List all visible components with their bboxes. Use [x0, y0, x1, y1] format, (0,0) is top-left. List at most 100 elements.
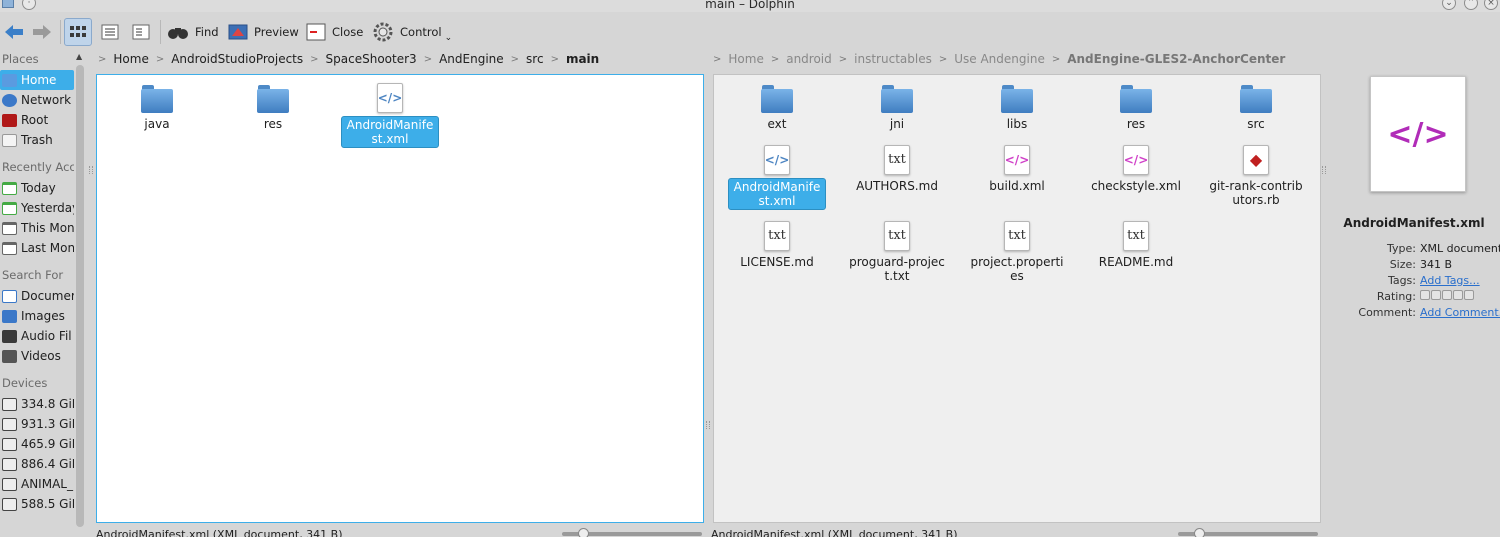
recent-today[interactable]: Today	[0, 178, 74, 198]
file-view-left[interactable]: java res </> AndroidManifest.xml	[96, 74, 704, 523]
file-view-right[interactable]: ext jni libs res src </> AndroidManifest.…	[713, 74, 1321, 523]
file-item[interactable]: jni	[847, 85, 947, 132]
file-item[interactable]: ◆ git-rank-contributors.rb	[1206, 145, 1306, 208]
search-audio[interactable]: Audio Fil	[0, 326, 74, 346]
control-menu-button[interactable]: Control ⌄	[372, 18, 455, 46]
device-item[interactable]: 886.4 GiE	[0, 454, 74, 474]
zoom-slider-right[interactable]	[1178, 528, 1318, 537]
place-label: 334.8 GiE	[21, 397, 74, 411]
places-scrollbar[interactable]: ▲	[75, 52, 85, 536]
place-home[interactable]: Home	[0, 70, 74, 90]
star-icon[interactable]	[1453, 290, 1463, 300]
compact-view-icon	[101, 24, 119, 40]
file-name: AndroidManifest.xml	[728, 178, 826, 210]
file-name: src	[1247, 117, 1265, 131]
crumb-folder[interactable]: instructables	[854, 52, 932, 66]
drive-icon	[2, 417, 17, 431]
place-label: 465.9 GiE	[21, 437, 74, 451]
place-trash[interactable]: Trash	[0, 130, 74, 150]
file-item[interactable]: src	[1206, 85, 1306, 132]
crumb-folder[interactable]: AndroidStudioProjects	[171, 52, 303, 66]
file-name: checkstyle.xml	[1091, 179, 1181, 193]
place-label: ANIMAL_	[21, 477, 73, 491]
file-item-java[interactable]: java	[107, 85, 207, 132]
file-item[interactable]: txt LICENSE.md	[727, 221, 827, 270]
add-tags-link[interactable]: Add Tags...	[1420, 274, 1480, 287]
forward-button[interactable]	[28, 18, 56, 46]
star-icon[interactable]	[1431, 290, 1441, 300]
details-view-button[interactable]	[127, 18, 155, 46]
scroll-up-icon[interactable]: ▲	[76, 52, 82, 61]
search-videos[interactable]: Videos	[0, 346, 74, 366]
file-item[interactable]: </> build.xml	[967, 145, 1067, 194]
recent-last-month[interactable]: Last Mon	[0, 238, 74, 258]
file-item[interactable]: </> AndroidManifest.xml	[727, 145, 827, 210]
device-item[interactable]: ANIMAL_	[0, 474, 74, 494]
icons-view-button[interactable]	[64, 18, 92, 46]
device-item[interactable]: 465.9 GiE	[0, 434, 74, 454]
info-row-tags: Tags: Add Tags...	[1328, 274, 1500, 290]
file-item[interactable]: ext	[727, 85, 827, 132]
search-documents[interactable]: Documer	[0, 286, 74, 306]
text-file-icon: txt	[884, 145, 910, 175]
slider-handle[interactable]	[578, 528, 589, 537]
crumb-home[interactable]: Home	[113, 52, 148, 66]
status-bar-left: AndroidManifest.xml (XML document, 341 B…	[96, 528, 343, 537]
file-item[interactable]: libs	[967, 85, 1067, 132]
crumb-folder[interactable]: SpaceShooter3	[326, 52, 417, 66]
close-split-button[interactable]: Close	[306, 18, 363, 46]
crumb-folder[interactable]: src	[526, 52, 544, 66]
search-images[interactable]: Images	[0, 306, 74, 326]
file-item[interactable]: txt proguard-project.txt	[847, 221, 947, 284]
back-button[interactable]	[0, 18, 28, 46]
splitter-handle[interactable]	[706, 421, 710, 429]
text-file-icon: txt	[1004, 221, 1030, 251]
device-item[interactable]: 588.5 GiE	[0, 494, 74, 514]
crumb-home[interactable]: Home	[728, 52, 763, 66]
place-label: This Mon	[21, 221, 74, 235]
file-item[interactable]: txt README.md	[1086, 221, 1186, 270]
file-item[interactable]: txt project.properties	[967, 221, 1067, 284]
file-name: java	[144, 117, 170, 131]
file-name: ext	[767, 117, 787, 131]
star-icon[interactable]	[1442, 290, 1452, 300]
crumb-folder[interactable]: Use Andengine	[954, 52, 1045, 66]
recent-yesterday[interactable]: Yesterday	[0, 198, 74, 218]
find-button[interactable]: Find	[167, 18, 219, 46]
slider-handle[interactable]	[1194, 528, 1205, 537]
file-item[interactable]: </> checkstyle.xml	[1086, 145, 1186, 194]
recent-this-month[interactable]: This Mon	[0, 218, 74, 238]
file-item-androidmanifest[interactable]: </> AndroidManifest.xml	[340, 83, 440, 148]
file-item[interactable]: txt AUTHORS.md	[847, 145, 947, 194]
toolbar-separator	[160, 20, 161, 44]
calendar-icon	[2, 241, 17, 255]
crumb-current[interactable]: main	[566, 52, 599, 66]
crumb-current[interactable]: AndEngine-GLES2-AnchorCenter	[1067, 52, 1285, 66]
star-icon[interactable]	[1420, 290, 1430, 300]
file-item-res[interactable]: res	[223, 85, 323, 132]
info-key: Rating:	[1376, 290, 1416, 303]
root-icon	[2, 113, 17, 127]
preview-button[interactable]: Preview	[228, 18, 299, 46]
preview-icon	[228, 24, 248, 40]
places-scroll-thumb[interactable]	[76, 65, 84, 527]
add-comment-link[interactable]: Add Comment...	[1420, 306, 1500, 319]
folder-icon	[141, 85, 173, 113]
star-icon[interactable]	[1464, 290, 1474, 300]
crumb-folder[interactable]: AndEngine	[439, 52, 504, 66]
file-name: jni	[889, 117, 905, 131]
file-name: AUTHORS.md	[856, 179, 938, 193]
zoom-slider-left[interactable]	[562, 528, 702, 537]
splitter-handle[interactable]	[89, 166, 93, 174]
place-network[interactable]: Network	[0, 90, 74, 110]
rating-stars[interactable]	[1420, 290, 1474, 300]
device-item[interactable]: 931.3 GiE	[0, 414, 74, 434]
device-item[interactable]: 334.8 GiE	[0, 394, 74, 414]
place-root[interactable]: Root	[0, 110, 74, 130]
chevron-right-icon: >	[510, 53, 520, 65]
file-item[interactable]: res	[1086, 85, 1186, 132]
crumb-folder[interactable]: android	[786, 52, 832, 66]
compact-view-button[interactable]	[96, 18, 124, 46]
splitter-handle[interactable]	[1322, 166, 1326, 174]
title-bar: · main – Dolphin ⌄ ⌃ ×	[0, 0, 1500, 12]
